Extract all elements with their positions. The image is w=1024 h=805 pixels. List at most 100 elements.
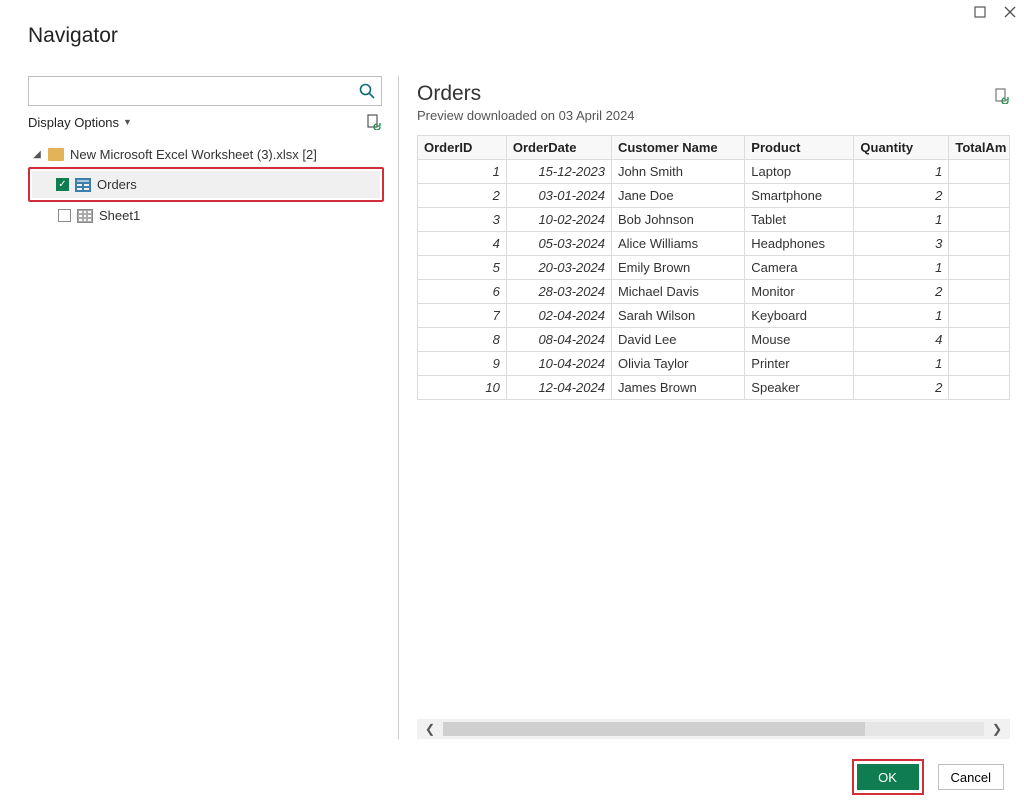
tree-root-file[interactable]: ◢ New Microsoft Excel Worksheet (3).xlsx… — [28, 144, 384, 165]
search-icon[interactable] — [358, 82, 376, 100]
cell-total — [949, 280, 1010, 304]
scroll-thumb[interactable] — [443, 722, 865, 736]
scroll-right-icon[interactable]: ❯ — [984, 722, 1010, 736]
cell-orderid: 6 — [418, 280, 507, 304]
cell-orderid: 10 — [418, 376, 507, 400]
cell-customer: James Brown — [611, 376, 744, 400]
tree-item-sheet1[interactable]: Sheet1 — [28, 202, 384, 229]
cell-customer: Michael Davis — [611, 280, 744, 304]
chevron-down-icon: ▼ — [123, 117, 132, 127]
table-icon — [75, 178, 91, 192]
display-options-label: Display Options — [28, 115, 119, 130]
scroll-left-icon[interactable]: ❮ — [417, 722, 443, 736]
tree-expand-icon[interactable]: ◢ — [32, 149, 42, 160]
table-row[interactable]: 1012-04-2024James BrownSpeaker2 — [418, 376, 1010, 400]
col-header[interactable]: OrderDate — [506, 136, 611, 160]
cell-product: Keyboard — [745, 304, 854, 328]
cell-customer: Alice Williams — [611, 232, 744, 256]
cell-orderdate: 10-04-2024 — [506, 352, 611, 376]
checkbox-unchecked-icon[interactable] — [58, 209, 71, 222]
cell-orderdate: 20-03-2024 — [506, 256, 611, 280]
cell-orderdate: 28-03-2024 — [506, 280, 611, 304]
preview-title: Orders — [417, 82, 481, 106]
window-close-icon[interactable] — [1002, 4, 1018, 20]
folder-icon — [48, 148, 64, 161]
table-row[interactable]: 702-04-2024Sarah WilsonKeyboard1 — [418, 304, 1010, 328]
cell-customer: Bob Johnson — [611, 208, 744, 232]
cell-product: Laptop — [745, 160, 854, 184]
cell-total — [949, 256, 1010, 280]
checkbox-checked-icon[interactable]: ✓ — [56, 178, 69, 191]
scroll-track[interactable] — [443, 722, 984, 736]
cell-customer: Jane Doe — [611, 184, 744, 208]
cell-product: Mouse — [745, 328, 854, 352]
display-options-dropdown[interactable]: Display Options ▼ — [28, 115, 132, 130]
cell-product: Speaker — [745, 376, 854, 400]
search-input[interactable] — [28, 76, 382, 106]
col-header[interactable]: OrderID — [418, 136, 507, 160]
cell-customer: John Smith — [611, 160, 744, 184]
cell-total — [949, 184, 1010, 208]
table-row[interactable]: 520-03-2024Emily BrownCamera1 — [418, 256, 1010, 280]
dialog-title: Navigator — [28, 24, 996, 48]
col-header[interactable]: TotalAm — [949, 136, 1010, 160]
table-row[interactable]: 115-12-2023John SmithLaptop1 — [418, 160, 1010, 184]
col-header[interactable]: Quantity — [854, 136, 949, 160]
horizontal-scrollbar[interactable]: ❮ ❯ — [417, 719, 1010, 739]
cell-customer: Sarah Wilson — [611, 304, 744, 328]
cell-total — [949, 352, 1010, 376]
cell-quantity: 4 — [854, 328, 949, 352]
cell-customer: Olivia Taylor — [611, 352, 744, 376]
tree-item-orders[interactable]: ✓ Orders — [32, 171, 380, 198]
cell-orderid: 9 — [418, 352, 507, 376]
cell-quantity: 1 — [854, 304, 949, 328]
cell-orderdate: 10-02-2024 — [506, 208, 611, 232]
col-header[interactable]: Product — [745, 136, 854, 160]
cell-customer: Emily Brown — [611, 256, 744, 280]
cell-orderdate: 03-01-2024 — [506, 184, 611, 208]
cell-quantity: 2 — [854, 280, 949, 304]
col-header[interactable]: Customer Name — [611, 136, 744, 160]
cell-orderid: 2 — [418, 184, 507, 208]
cell-total — [949, 208, 1010, 232]
cell-quantity: 1 — [854, 208, 949, 232]
cell-customer: David Lee — [611, 328, 744, 352]
cell-product: Camera — [745, 256, 854, 280]
cell-product: Monitor — [745, 280, 854, 304]
preview-subtitle: Preview downloaded on 03 April 2024 — [417, 108, 1010, 123]
cell-orderdate: 02-04-2024 — [506, 304, 611, 328]
table-row[interactable]: 203-01-2024Jane DoeSmartphone2 — [418, 184, 1010, 208]
cell-orderid: 7 — [418, 304, 507, 328]
window-maximize-icon[interactable] — [972, 4, 988, 20]
table-row[interactable]: 405-03-2024Alice WilliamsHeadphones3 — [418, 232, 1010, 256]
ok-button[interactable]: OK — [857, 764, 919, 790]
preview-table: OrderID OrderDate Customer Name Product … — [417, 135, 1010, 400]
cell-total — [949, 232, 1010, 256]
cell-total — [949, 376, 1010, 400]
cell-orderdate: 15-12-2023 — [506, 160, 611, 184]
cell-product: Tablet — [745, 208, 854, 232]
sheet-icon — [77, 209, 93, 223]
tree-item-label: Sheet1 — [99, 208, 140, 223]
refresh-preview-icon[interactable] — [994, 86, 1010, 102]
cell-product: Printer — [745, 352, 854, 376]
tree-root-label: New Microsoft Excel Worksheet (3).xlsx [… — [70, 147, 317, 162]
cell-product: Headphones — [745, 232, 854, 256]
cell-quantity: 1 — [854, 352, 949, 376]
cell-quantity: 1 — [854, 160, 949, 184]
cell-orderid: 5 — [418, 256, 507, 280]
table-row[interactable]: 910-04-2024Olivia TaylorPrinter1 — [418, 352, 1010, 376]
cell-quantity: 1 — [854, 256, 949, 280]
highlight-annotation: ✓ Orders — [28, 167, 384, 202]
cell-orderdate: 05-03-2024 — [506, 232, 611, 256]
cell-orderid: 4 — [418, 232, 507, 256]
table-row[interactable]: 808-04-2024David LeeMouse4 — [418, 328, 1010, 352]
cell-quantity: 2 — [854, 376, 949, 400]
table-row[interactable]: 628-03-2024Michael DavisMonitor2 — [418, 280, 1010, 304]
refresh-icon[interactable] — [366, 114, 382, 130]
cancel-button[interactable]: Cancel — [938, 764, 1004, 790]
cell-orderid: 1 — [418, 160, 507, 184]
table-row[interactable]: 310-02-2024Bob JohnsonTablet1 — [418, 208, 1010, 232]
table-header-row: OrderID OrderDate Customer Name Product … — [418, 136, 1010, 160]
cell-orderid: 3 — [418, 208, 507, 232]
